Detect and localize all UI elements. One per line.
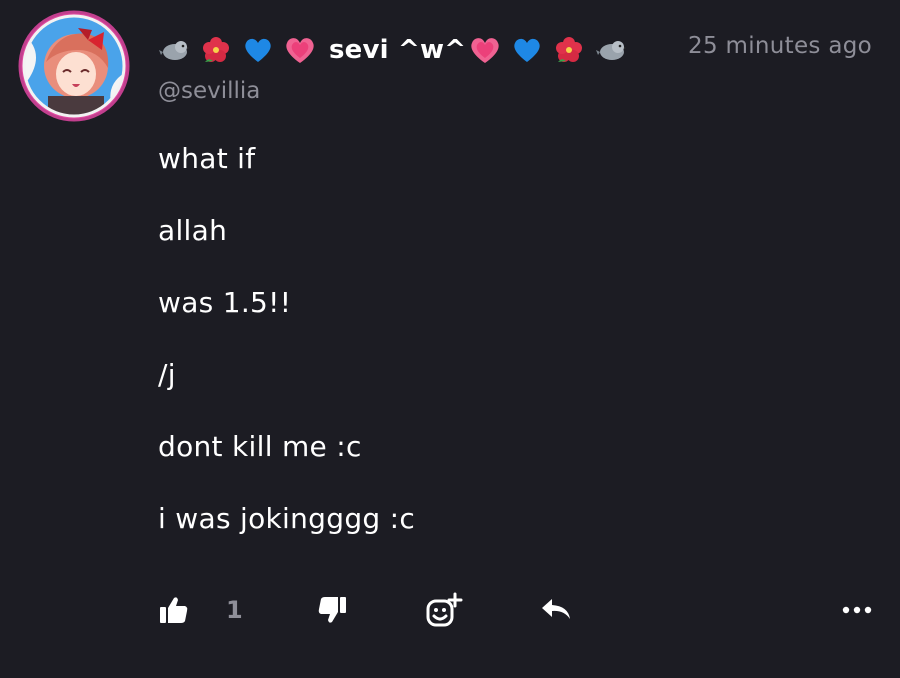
reply-icon xyxy=(542,599,570,619)
add-reaction-icon xyxy=(426,592,463,627)
like-count: 1 xyxy=(226,596,243,624)
thumbs-down-icon xyxy=(318,597,346,623)
author-display-name[interactable]: sevi ^w^ xyxy=(329,35,466,65)
body-line: what if xyxy=(158,142,256,175)
pigeon-icon xyxy=(594,33,628,67)
post-timestamp[interactable]: 25 minutes ago xyxy=(688,33,872,59)
hibiscus-icon xyxy=(199,33,233,67)
avatar[interactable] xyxy=(18,10,130,122)
body-line: was 1.5!! xyxy=(158,286,292,319)
body-line: i was jokingggg :c xyxy=(158,502,416,535)
like-button[interactable] xyxy=(156,594,192,626)
dislike-button[interactable] xyxy=(314,594,350,626)
author-handle[interactable]: @sevillia xyxy=(158,78,260,104)
more-options-button[interactable] xyxy=(838,594,876,626)
thumbs-up-icon xyxy=(160,597,188,623)
pigeon-icon xyxy=(157,33,191,67)
hibiscus-icon xyxy=(552,33,586,67)
body-line: allah xyxy=(158,214,228,247)
reply-button[interactable] xyxy=(538,594,574,626)
body-line: dont kill me :c xyxy=(158,430,362,463)
body-line: /j xyxy=(158,358,176,391)
more-options-icon xyxy=(842,606,872,614)
add-reaction-button[interactable] xyxy=(424,592,464,628)
author-name-row[interactable]: sevi ^w^ xyxy=(157,28,636,72)
growing-heart-icon xyxy=(468,33,502,67)
blue-heart-icon xyxy=(510,33,544,67)
blue-heart-icon xyxy=(241,33,275,67)
anime-avatar-icon xyxy=(18,10,130,122)
growing-heart-icon xyxy=(283,33,317,67)
post-actions xyxy=(0,588,900,632)
post-card: sevi ^w^ 25 minutes ago @sevillia what i… xyxy=(0,0,900,678)
